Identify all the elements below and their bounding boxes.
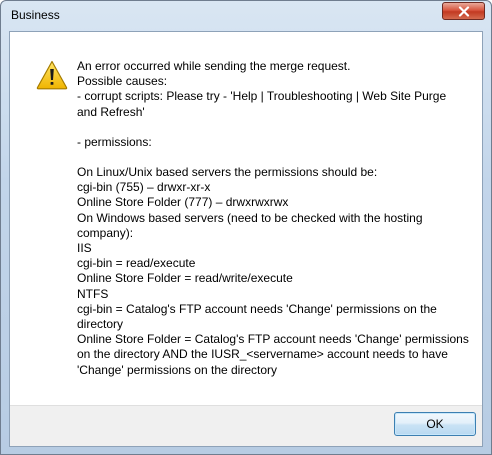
message-line: NTFS (77, 286, 109, 301)
error-dialog: Business An error occurred while sending… (0, 0, 492, 455)
button-bar: OK (10, 405, 482, 446)
message-line: An error occurred while sending the merg… (77, 59, 351, 73)
message-line: - corrupt scripts: Please try - 'Help | … (77, 89, 447, 119)
message-line (77, 120, 469, 135)
message-line: - permissions: (77, 134, 152, 149)
message-line: Online Store Folder = Catalog's FTP acco… (77, 332, 469, 377)
message-line: Possible causes: (77, 74, 168, 89)
message-line: Online Store Folder (777) – drwxrwxrwx (77, 195, 289, 210)
close-icon (458, 5, 469, 17)
warning-icon (36, 60, 68, 90)
message-line: cgi-bin = read/execute (77, 256, 196, 271)
error-message: An error occurred while sending the merg… (77, 59, 469, 378)
window-title: Business (11, 8, 60, 22)
dialog-client-area: An error occurred while sending the merg… (9, 31, 483, 447)
message-line: cgi-bin = Catalog's FTP account needs 'C… (77, 301, 437, 332)
message-line: Online Store Folder = read/write/execute (77, 271, 293, 286)
message-line (77, 150, 469, 165)
message-area: An error occurred while sending the merg… (10, 32, 482, 405)
ok-button[interactable]: OK (394, 412, 476, 436)
message-line: On Linux/Unix based servers the permissi… (77, 165, 378, 180)
message-line: IIS (77, 241, 92, 256)
message-line: cgi-bin (755) – drwxr-xr-x (77, 180, 211, 195)
close-button[interactable] (442, 2, 485, 20)
message-line: On Windows based servers (need to be che… (77, 210, 423, 240)
title-bar[interactable]: Business (1, 1, 491, 31)
